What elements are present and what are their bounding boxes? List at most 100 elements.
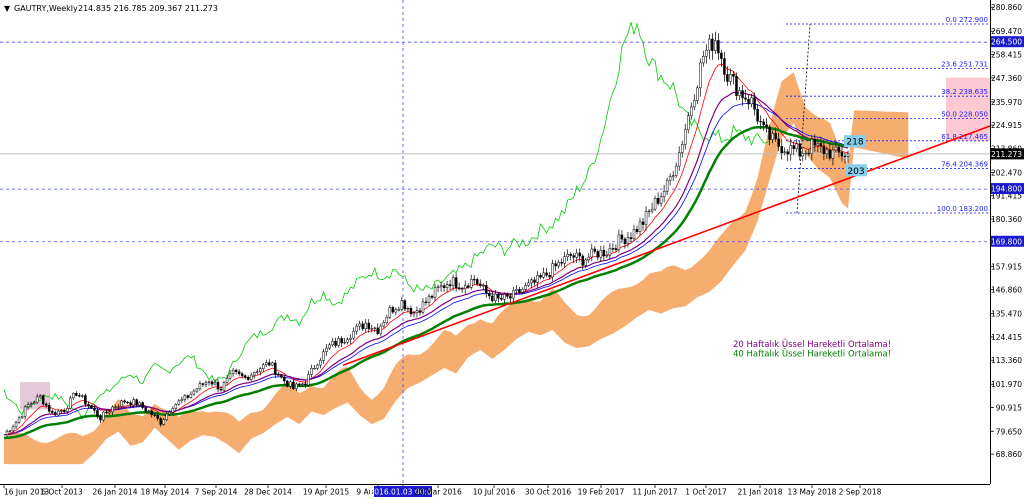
candle-body bbox=[656, 197, 660, 204]
candle-body bbox=[542, 272, 545, 278]
candle-body bbox=[726, 74, 729, 82]
candle-body bbox=[816, 143, 820, 146]
candle-body bbox=[735, 76, 738, 96]
candle-body bbox=[81, 395, 84, 397]
candle-body bbox=[129, 402, 132, 406]
level-marker-label: 203 bbox=[847, 167, 864, 177]
candle-body bbox=[611, 248, 615, 250]
candle-body bbox=[512, 290, 515, 299]
candle-body bbox=[286, 380, 289, 387]
candle-body bbox=[328, 344, 331, 349]
candle-body bbox=[295, 383, 298, 389]
candle-body bbox=[252, 372, 256, 376]
candle-body bbox=[783, 151, 786, 154]
candle-body bbox=[753, 97, 756, 110]
candle-body bbox=[207, 381, 211, 383]
candle-body bbox=[394, 309, 398, 313]
candle-body bbox=[20, 416, 24, 419]
candle-body bbox=[171, 408, 175, 413]
candle-body bbox=[213, 382, 217, 385]
candle-body bbox=[111, 406, 114, 413]
candle-body bbox=[90, 405, 93, 409]
candle-body bbox=[533, 279, 536, 283]
candle-body bbox=[581, 255, 584, 266]
candle-body bbox=[536, 275, 539, 283]
candle-body bbox=[114, 406, 117, 408]
candle-body bbox=[810, 138, 814, 154]
candle-body bbox=[75, 393, 78, 396]
candle-body bbox=[66, 408, 69, 412]
candle-body bbox=[316, 364, 319, 369]
candle-body bbox=[406, 308, 410, 310]
candle-body bbox=[647, 210, 651, 213]
candle-body bbox=[801, 153, 805, 157]
candle-body bbox=[421, 301, 425, 313]
candle-body bbox=[391, 307, 395, 313]
candle-body bbox=[822, 145, 826, 155]
y-tick-label: 269.470 bbox=[991, 27, 1022, 36]
candle-body bbox=[388, 307, 392, 318]
candle-body bbox=[334, 341, 337, 346]
candle-body bbox=[677, 152, 681, 167]
candle-body bbox=[828, 149, 832, 159]
candle-body bbox=[650, 208, 654, 212]
candle-body bbox=[798, 143, 802, 157]
candle-body bbox=[102, 411, 105, 421]
candle-body bbox=[596, 251, 600, 258]
candle-body bbox=[460, 288, 464, 290]
candle-body bbox=[325, 347, 328, 353]
candle-body bbox=[240, 373, 244, 376]
candle-body bbox=[590, 248, 594, 258]
candle-body bbox=[765, 124, 768, 128]
candle-body bbox=[397, 309, 401, 311]
candle-body bbox=[629, 237, 633, 239]
candle-body bbox=[747, 99, 750, 105]
candle-body bbox=[497, 293, 500, 299]
candle-body bbox=[436, 286, 440, 288]
candle-body bbox=[795, 143, 799, 150]
candle-body bbox=[228, 373, 232, 379]
y-tick-label: 202.470 bbox=[991, 168, 1022, 177]
candle-body bbox=[255, 371, 259, 373]
candle-body bbox=[641, 221, 645, 225]
candle-body bbox=[117, 406, 120, 408]
candle-body bbox=[454, 277, 458, 289]
candle-body bbox=[280, 375, 283, 378]
candle-body bbox=[638, 221, 642, 233]
candle-body bbox=[702, 56, 705, 64]
candle-body bbox=[57, 410, 60, 416]
candle-body bbox=[17, 417, 21, 423]
candle-body bbox=[469, 278, 473, 288]
fib-level-label: 23.6 251.731 bbox=[941, 61, 988, 69]
candle-body bbox=[708, 38, 711, 51]
candle-body bbox=[310, 368, 313, 375]
candle-body bbox=[355, 325, 358, 332]
x-tick-label: 20 Mar 2016 bbox=[414, 488, 462, 497]
candle-body bbox=[364, 322, 367, 329]
header-arrow[interactable]: ▼ bbox=[4, 4, 11, 13]
candle-body bbox=[599, 249, 603, 258]
candle-body bbox=[653, 197, 657, 210]
x-tick-label: 21 Jan 2018 bbox=[738, 488, 783, 497]
header-symbol: GAUTRY,Weekly bbox=[14, 4, 78, 13]
price-box-label: 211.273 bbox=[991, 150, 1022, 159]
candle-body bbox=[382, 322, 386, 327]
candle-body bbox=[23, 406, 27, 417]
candle-body bbox=[427, 295, 431, 303]
candle-body bbox=[690, 106, 693, 117]
candle-body bbox=[774, 133, 777, 140]
price-chart[interactable]: 0.0 272.900 23.6 251.731 38.2 238.635 50.0 … bbox=[0, 0, 1024, 499]
x-tick-label: 10 Jul 2016 bbox=[473, 488, 516, 497]
x-tick-label: 2 Sep 2018 bbox=[839, 488, 882, 497]
candle-body bbox=[439, 285, 443, 288]
candle-body bbox=[560, 261, 563, 264]
candle-body bbox=[120, 400, 123, 407]
candle-body bbox=[370, 328, 373, 330]
candle-body bbox=[38, 395, 42, 398]
candle-body bbox=[99, 415, 102, 421]
candle-body bbox=[635, 229, 639, 233]
candle-body bbox=[376, 327, 380, 334]
candle-body bbox=[198, 383, 202, 390]
y-tick-label: 101.970 bbox=[991, 380, 1022, 389]
candle-body bbox=[572, 255, 575, 258]
